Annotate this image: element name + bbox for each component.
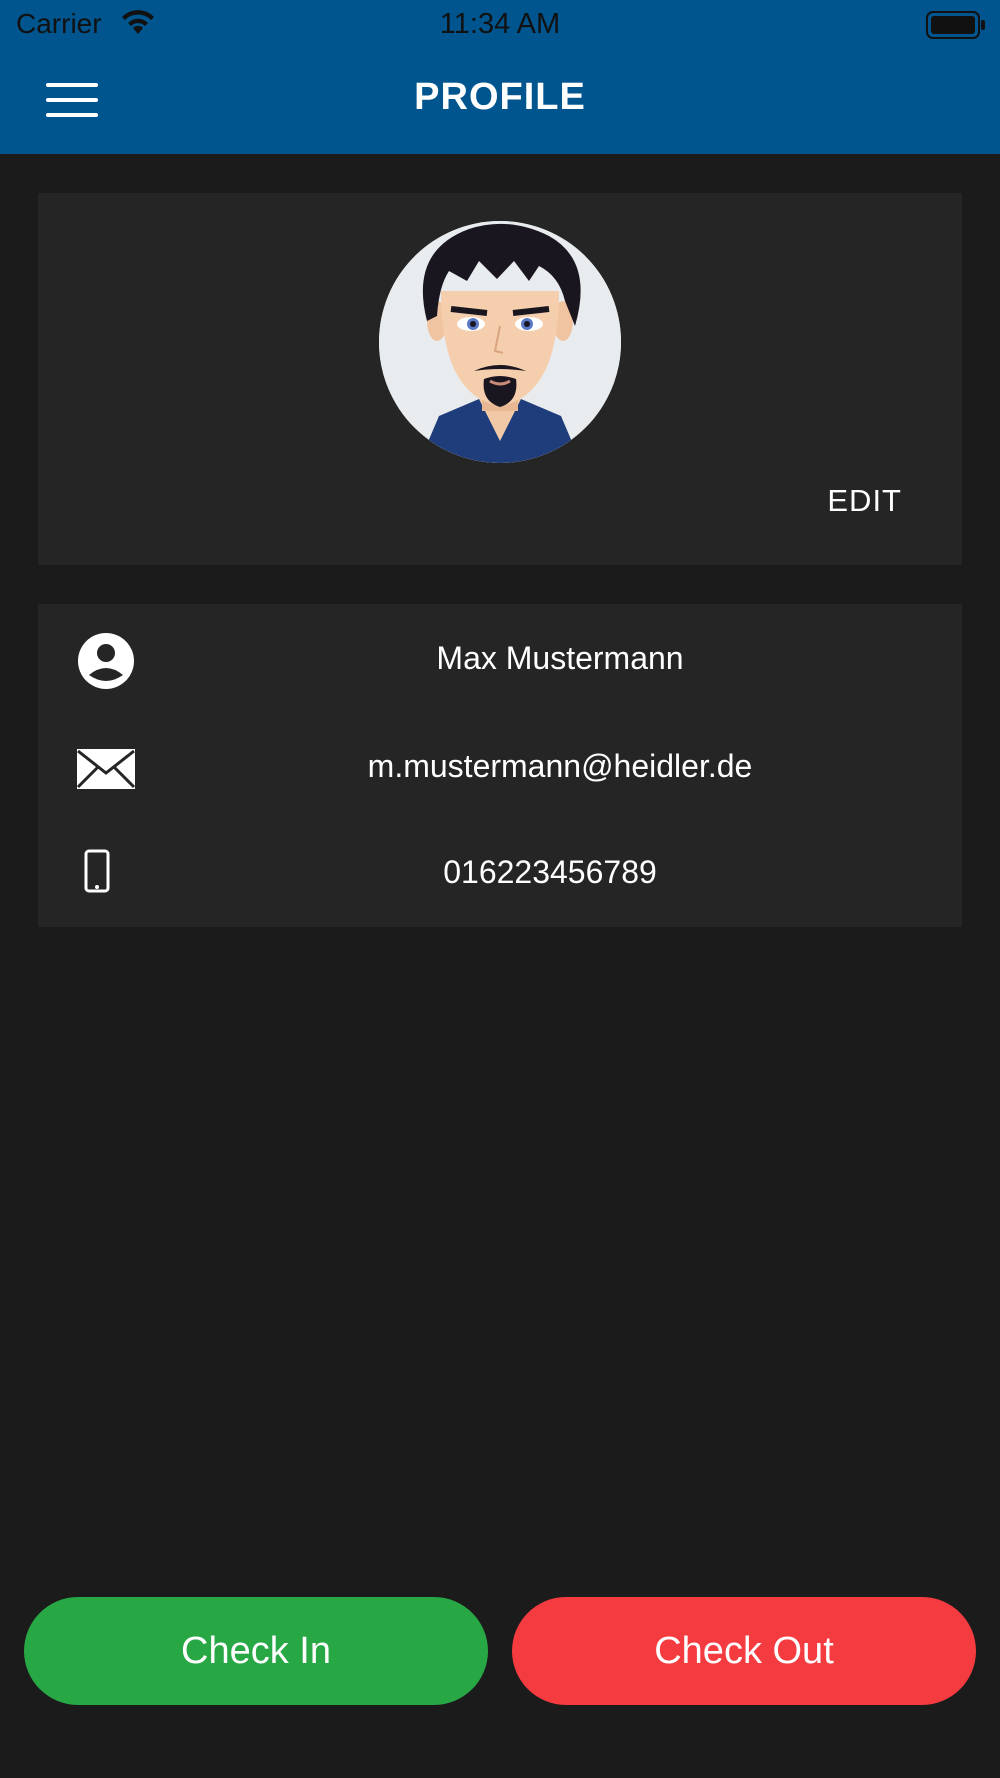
- check-in-button[interactable]: Check In: [24, 1597, 488, 1705]
- mobile-phone-icon: [76, 845, 136, 905]
- avatar[interactable]: [379, 221, 621, 463]
- battery-icon: [926, 10, 986, 45]
- phone-row: 016223456789: [38, 824, 962, 924]
- page-title: PROFILE: [414, 76, 586, 118]
- clock: 11:34 AM: [439, 8, 561, 40]
- status-bar: Carrier 11:34 AM: [0, 0, 1000, 50]
- check-out-button[interactable]: Check Out: [512, 1597, 976, 1705]
- nav-bar: PROFILE: [0, 50, 1000, 154]
- profile-name: Max Mustermann: [436, 640, 684, 676]
- email-row: m.mustermann@heidler.de: [38, 718, 962, 818]
- edit-button[interactable]: EDIT: [827, 483, 902, 519]
- profile-info-card: Max Mustermann m.mustermann@heidler.de 0…: [38, 604, 962, 927]
- profile-phone: 016223456789: [443, 854, 657, 890]
- person-circle-icon: [76, 631, 136, 691]
- avatar-card: EDIT: [38, 193, 962, 565]
- name-row: Max Mustermann: [38, 610, 962, 710]
- envelope-icon: [76, 739, 136, 799]
- profile-email: m.mustermann@heidler.de: [367, 748, 753, 784]
